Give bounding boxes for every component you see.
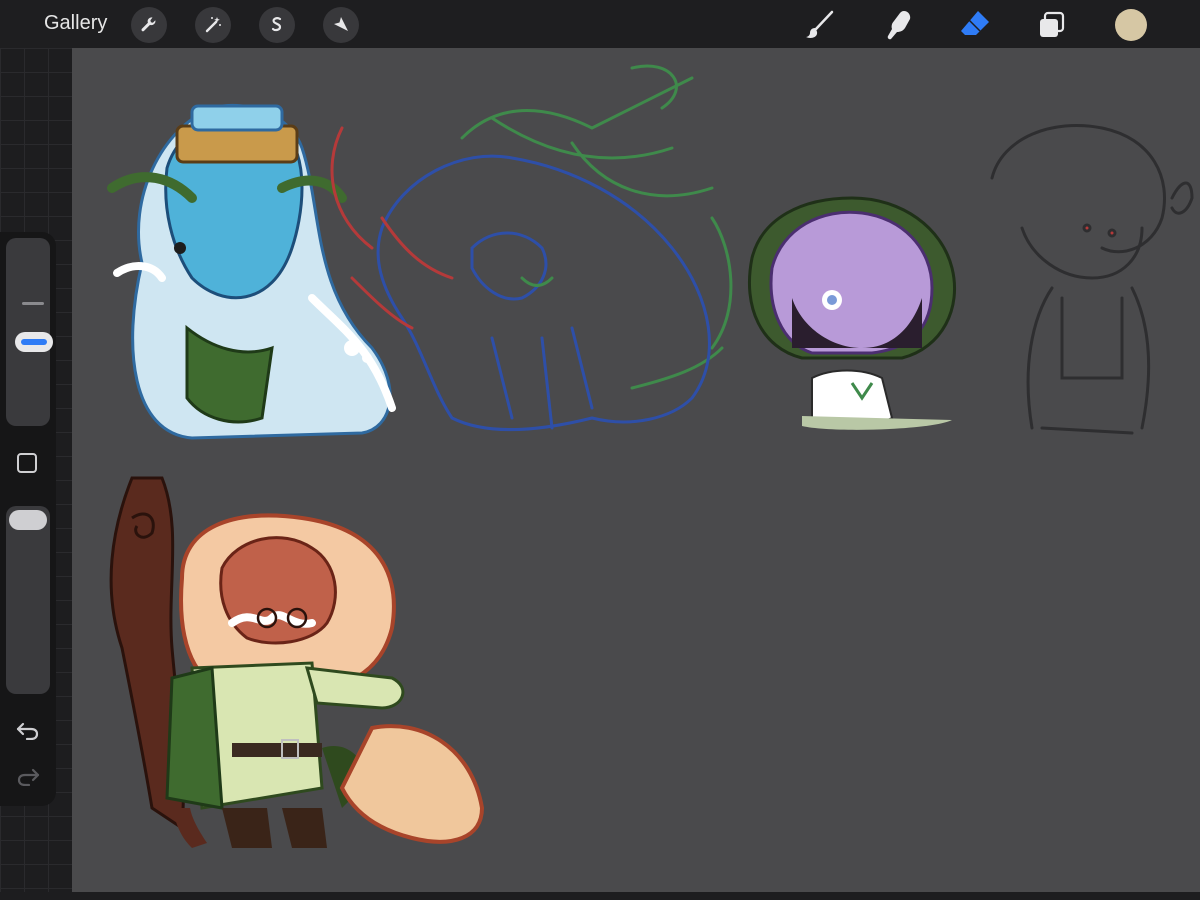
actions-button[interactable]: [131, 7, 167, 43]
transform-arrow-icon: [334, 17, 348, 31]
artwork-layer: [107, 64, 1194, 848]
canvas-backdrop-bottom: [0, 892, 1200, 900]
layers-icon: [1040, 11, 1065, 37]
redo-icon: [17, 768, 40, 786]
selection-button[interactable]: [259, 7, 295, 43]
layers-button[interactable]: [1032, 6, 1072, 44]
drawing-canvas[interactable]: [72, 48, 1200, 892]
brush-size-thumb[interactable]: [15, 332, 53, 352]
color-picker-button[interactable]: [1115, 9, 1147, 41]
gallery-button[interactable]: Gallery: [44, 12, 107, 35]
transform-button[interactable]: [323, 7, 359, 43]
water-character-illustration: [107, 103, 396, 440]
undo-button[interactable]: [14, 718, 42, 742]
magic-wand-icon: [205, 17, 221, 33]
top-toolbar: Gallery: [0, 0, 1200, 48]
modify-button[interactable]: [17, 453, 37, 473]
opacity-thumb[interactable]: [9, 510, 47, 530]
brush-size-slider[interactable]: [6, 238, 53, 426]
brush-icon: [806, 10, 834, 38]
gray-sketch-illustration: [990, 123, 1194, 435]
smudge-icon: [887, 11, 911, 40]
eraser-icon: [961, 11, 989, 35]
adjustments-button[interactable]: [195, 7, 231, 43]
smudge-tool-button[interactable]: [877, 6, 917, 44]
eraser-tool-button[interactable]: [955, 6, 995, 44]
wizard-character-illustration: [109, 476, 485, 848]
sidebar: [0, 232, 56, 806]
undo-icon: [16, 722, 39, 740]
brush-size-tick: [22, 302, 44, 305]
redo-button[interactable]: [14, 764, 42, 788]
line-sketch-illustration: [330, 64, 733, 431]
brush-size-indicator: [21, 339, 47, 345]
brush-tool-button[interactable]: [800, 6, 840, 44]
opacity-slider[interactable]: [6, 506, 50, 694]
selection-icon: [271, 17, 282, 32]
purple-character-illustration: [747, 196, 957, 430]
wrench-icon: [141, 17, 156, 32]
